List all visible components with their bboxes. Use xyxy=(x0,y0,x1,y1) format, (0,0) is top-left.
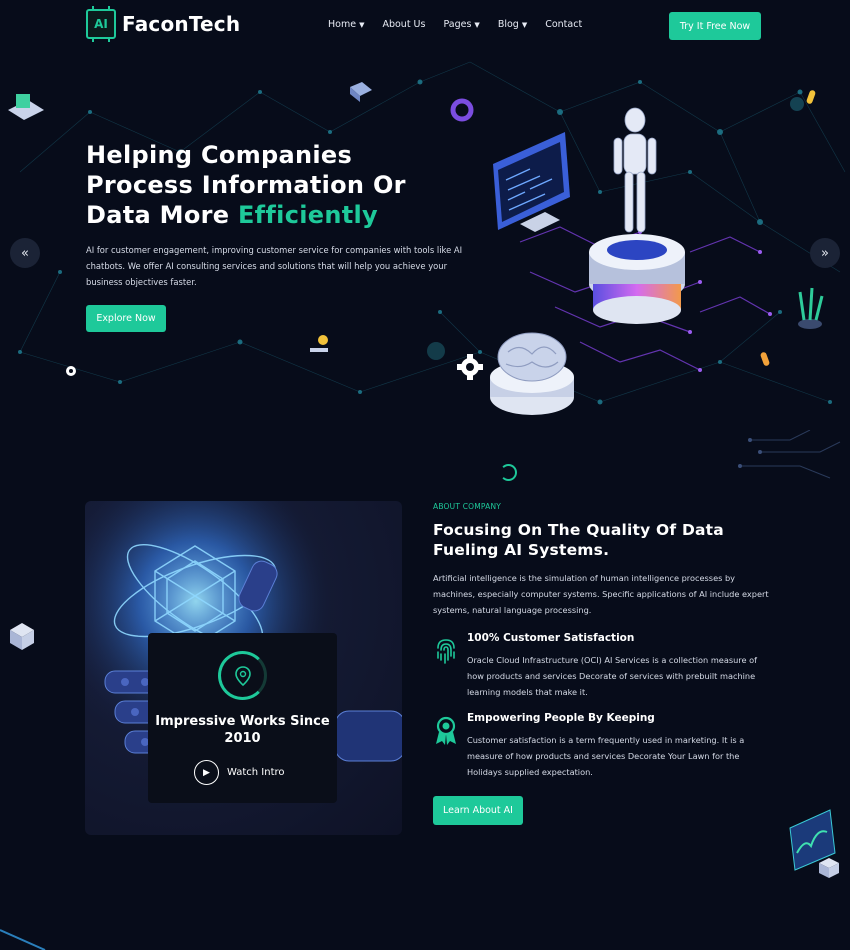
capsule-icon xyxy=(806,90,816,104)
feature-title: 100% Customer Satisfaction xyxy=(467,632,635,644)
play-icon: ▶ xyxy=(194,760,219,785)
logo-text: FaconTech xyxy=(122,12,241,36)
nav-label: Blog xyxy=(497,19,519,30)
decorative-objects xyxy=(10,623,34,650)
hero-section: Helping Companies Process Information Or… xyxy=(0,52,850,422)
nav-item-home[interactable]: Home ▼ xyxy=(328,19,364,30)
robot-figure xyxy=(613,107,657,233)
brain-icon xyxy=(490,332,574,415)
watch-intro-button[interactable]: ▶ Watch Intro xyxy=(194,760,285,785)
cube-icon xyxy=(10,623,34,650)
feature-description: Customer satisfaction is a term frequent… xyxy=(467,735,745,777)
plant-icon xyxy=(798,287,824,329)
try-free-button[interactable]: Try It Free Now xyxy=(669,12,761,40)
monitor-icon xyxy=(493,132,570,232)
about-title: Focusing On The Quality Of Data Fueling … xyxy=(433,521,724,559)
chip-logo-icon: AI xyxy=(86,6,116,42)
feature-title: Empowering People By Keeping xyxy=(467,712,655,724)
feature-description: Oracle Cloud Infrastructure (OCI) AI Ser… xyxy=(467,655,758,697)
nav-label: About Us xyxy=(382,19,426,30)
nav-label: Contact xyxy=(545,19,583,30)
award-badge-icon xyxy=(436,716,456,745)
fingerprint-icon xyxy=(437,639,455,664)
main-nav: Home ▼ About Us Pages ▼ Blog ▼ Contact xyxy=(328,19,600,30)
ai-robot-illustration xyxy=(8,82,824,415)
progress-ring xyxy=(218,651,267,700)
site-header: AI FaconTech Home ▼ About Us Pages ▼ Blo… xyxy=(0,0,850,52)
section-tag: ABOUT COMPANY xyxy=(433,502,502,511)
nav-item-pages[interactable]: Pages ▼ xyxy=(443,19,479,30)
lightbulb-icon xyxy=(310,335,328,352)
gear-icon xyxy=(66,366,76,376)
lock-icon xyxy=(8,94,44,120)
nav-item-about[interactable]: About Us xyxy=(382,19,425,30)
circuit-decoration xyxy=(738,430,841,479)
about-description: Artificial intelligence is the simulatio… xyxy=(433,573,769,615)
gear-icon xyxy=(457,354,483,380)
nav-item-contact[interactable]: Contact xyxy=(545,19,582,30)
nav-label: Home xyxy=(328,19,357,30)
loading-spinner-icon xyxy=(500,464,517,481)
torus-icon xyxy=(450,98,474,122)
card-title: Impressive Works Since 2010 xyxy=(155,714,330,746)
decorative-light-streak xyxy=(0,929,46,950)
dashboard-illustration xyxy=(789,809,839,878)
capsule-icon xyxy=(760,352,770,366)
nav-item-blog[interactable]: Blog ▼ xyxy=(498,19,527,30)
chevron-down-icon: ▼ xyxy=(359,20,365,29)
logo[interactable]: AI FaconTech xyxy=(86,6,241,42)
watch-intro-label: Watch Intro xyxy=(227,767,285,778)
page: AI FaconTech Home ▼ About Us Pages ▼ Blo… xyxy=(0,0,850,950)
chevron-down-icon: ▼ xyxy=(474,20,480,29)
cube-icon xyxy=(819,858,839,878)
impressive-works-card: Impressive Works Since 2010 ▶ Watch Intr… xyxy=(148,633,337,803)
learn-about-ai-button[interactable]: Learn About AI xyxy=(433,796,523,825)
chevron-down-icon: ▼ xyxy=(521,20,528,29)
location-pin-icon xyxy=(234,665,251,686)
nav-label: Pages xyxy=(443,19,472,30)
